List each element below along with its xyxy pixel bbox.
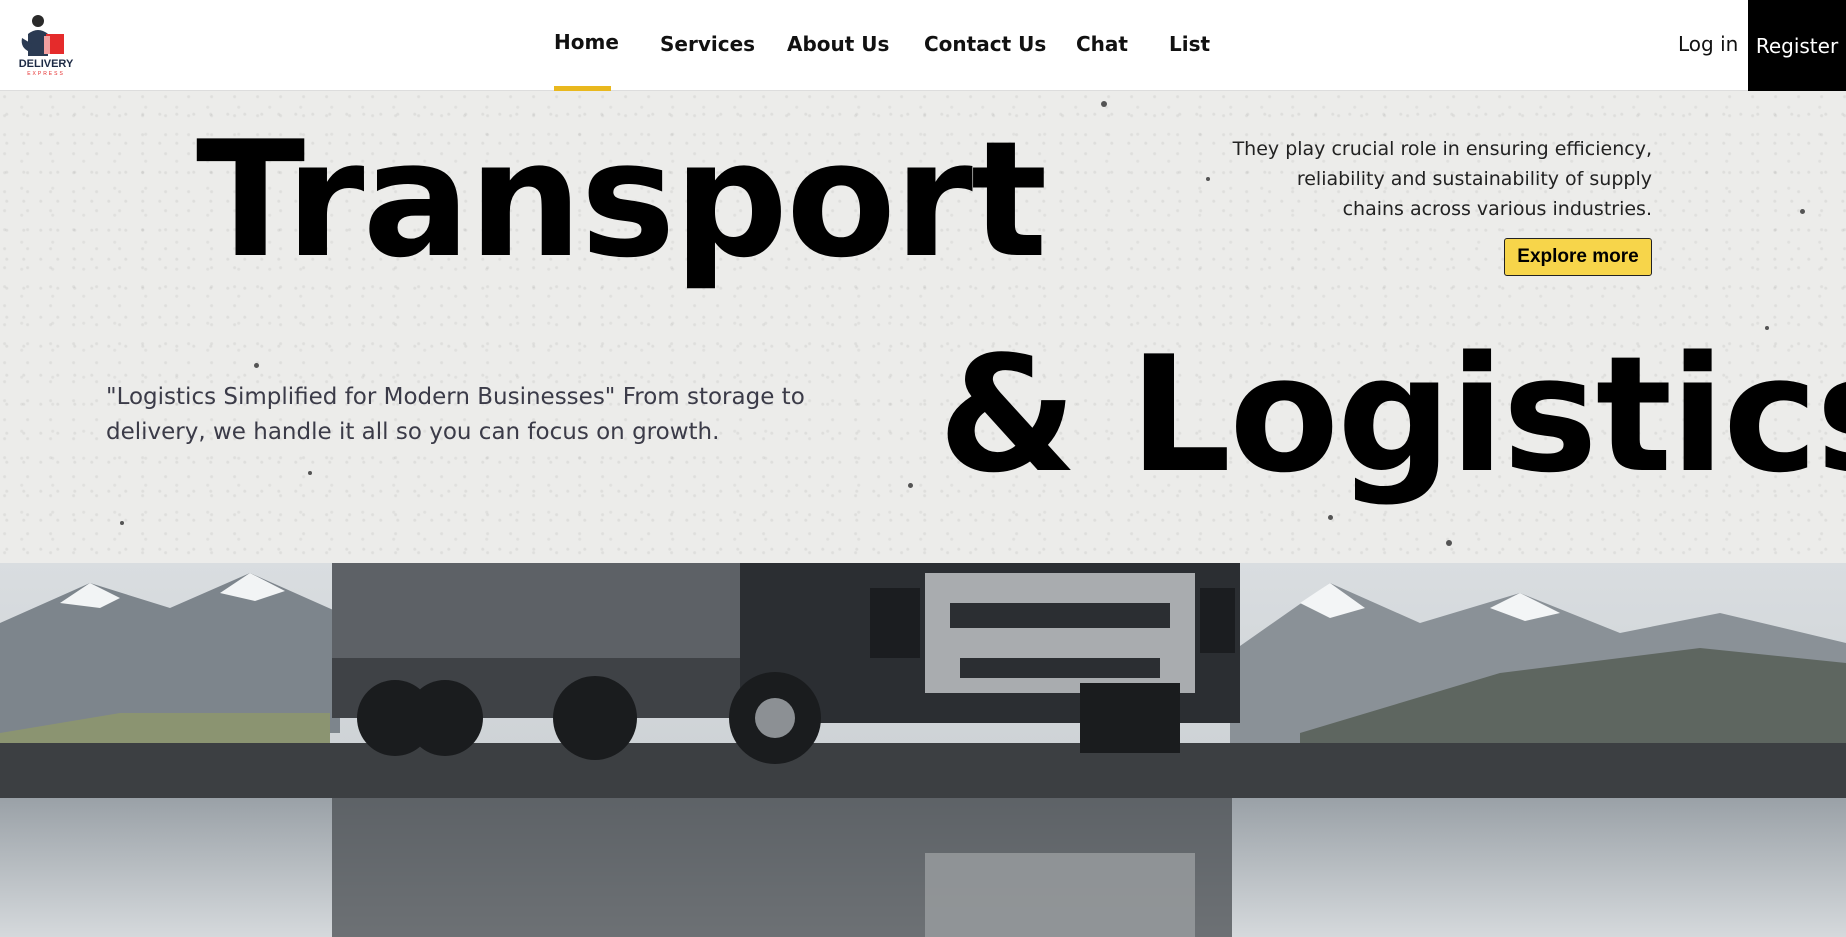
hero-tagline: "Logistics Simplified for Modern Busines… [106, 384, 805, 445]
hero-title-line1: Transport [196, 106, 1047, 293]
nav-chat[interactable]: Chat [1076, 32, 1128, 56]
explore-more-button[interactable]: Explore more [1504, 238, 1652, 276]
nav-list[interactable]: List [1169, 32, 1210, 56]
nav-services[interactable]: Services [660, 32, 755, 56]
hero-title-line2: & Logistics [938, 321, 1846, 508]
nav-contact-us[interactable]: Contact Us [924, 32, 1046, 56]
nav-home[interactable]: Home [554, 30, 619, 54]
nav-links: Home Services About Us Contact Us Chat L… [0, 0, 1846, 91]
truck-hero-image [0, 563, 1846, 937]
login-link[interactable]: Log in [1678, 32, 1738, 56]
active-nav-indicator [554, 86, 611, 91]
hero-description: They play crucial role in ensuring effic… [1232, 138, 1652, 220]
top-navbar: DELIVERY EXPRESS Home Services About Us … [0, 0, 1846, 91]
register-button[interactable]: Register [1748, 0, 1846, 91]
nav-about-us[interactable]: About Us [787, 32, 889, 56]
